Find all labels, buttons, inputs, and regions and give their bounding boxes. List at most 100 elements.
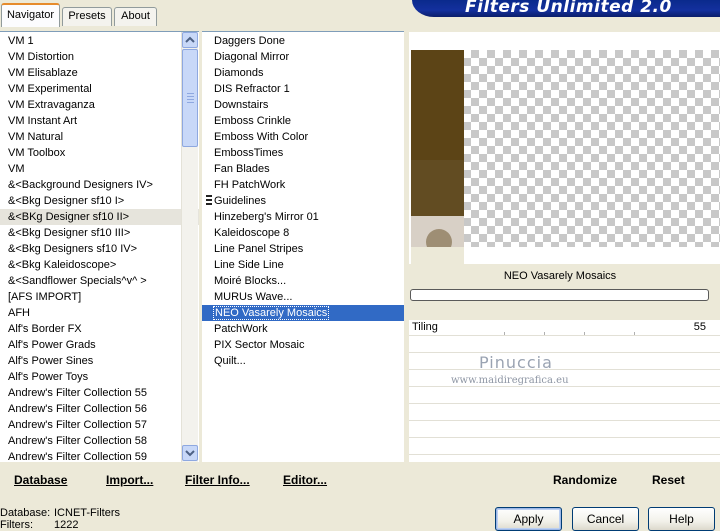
list-item[interactable]: Guidelines [202,193,404,209]
list-item[interactable]: VM Instant Art [0,113,199,129]
randomize-button[interactable]: Randomize [553,473,617,487]
parameter-value: 55 [693,321,706,333]
list-item-label: Alf's Border FX [8,323,82,335]
tab-navigator[interactable]: Navigator [1,3,60,27]
list-item[interactable]: PIX Sector Mosaic [202,337,404,353]
list-item[interactable]: Hinzeberg's Mirror 01 [202,209,404,225]
help-button[interactable]: Help [648,507,715,531]
list-item-label: &<Bkg Designers sf10 IV> [8,243,138,255]
category-list[interactable]: VM 1 VM Distortion VM Elisablaze VM Experim… [0,32,199,465]
list-item[interactable]: AFH [0,305,199,321]
filter-info-button[interactable]: Filter Info... [185,473,250,487]
list-item[interactable]: &<Bkg Kaleidoscope> [0,257,199,273]
status-database-label: Database: [0,507,51,519]
list-item-label: Diagonal Mirror [214,51,290,63]
list-item[interactable]: Alf's Border FX [0,321,199,337]
list-item[interactable]: Alf's Power Sines [0,353,199,369]
list-item-label: &<Sandflower Specials^v^ > [8,275,147,287]
preview-image-band [411,160,464,216]
list-item[interactable]: [AFS IMPORT] [0,289,199,305]
database-button[interactable]: Database [14,473,67,487]
list-item[interactable]: NEO Vasarely Mosaics [202,305,404,321]
progress-bar [410,289,709,301]
list-item[interactable]: VM Extravaganza [0,97,199,113]
list-item-label: Andrew's Filter Collection 56 [8,403,148,415]
parameter-row-empty [409,354,720,370]
import-button[interactable]: Import... [106,473,153,487]
list-item[interactable]: &<Background Designers IV> [0,177,199,193]
list-item[interactable]: VM Toolbox [0,145,199,161]
filter-list[interactable]: Daggers Done Diagonal Mirror Diamonds DIS R… [202,32,404,369]
list-item[interactable]: Andrew's Filter Collection 57 [0,417,199,433]
list-item-label: &<BKg Designer sf10 II> [8,211,130,223]
apply-button[interactable]: Apply [495,507,562,531]
list-item[interactable]: Line Side Line [202,257,404,273]
list-item-label: VM Experimental [8,83,92,95]
list-item-label: [AFS IMPORT] [8,291,82,303]
list-item[interactable]: Kaleidoscope 8 [202,225,404,241]
scroll-up-button[interactable] [182,32,198,48]
list-item-label: VM 1 [8,35,34,47]
slider-tick [584,332,585,335]
list-item[interactable]: VM Distortion [0,49,199,65]
list-item[interactable]: Line Panel Stripes [202,241,404,257]
list-item[interactable]: Andrew's Filter Collection 59 [0,449,199,465]
list-item[interactable]: VM 1 [0,33,199,49]
list-item-label: Andrew's Filter Collection 57 [8,419,148,431]
category-scrollbar[interactable] [181,32,198,462]
list-item[interactable]: PatchWork [202,321,404,337]
list-item-label: Fan Blades [214,163,270,175]
slider-tick [504,332,505,335]
list-item-label: FH PatchWork [214,179,286,191]
scroll-down-button[interactable] [182,445,198,461]
list-item[interactable]: EmbossTimes [202,145,404,161]
list-item[interactable]: &<Bkg Designers sf10 IV> [0,241,199,257]
list-item[interactable]: Diamonds [202,65,404,81]
list-item[interactable]: Quilt... [202,353,404,369]
tab-about[interactable]: About [114,7,157,26]
list-item[interactable]: MURUs Wave... [202,289,404,305]
list-item[interactable]: Diagonal Mirror [202,49,404,65]
reset-button[interactable]: Reset [652,473,685,487]
list-item[interactable]: VM Experimental [0,81,199,97]
list-item[interactable]: VM Natural [0,129,199,145]
editor-button[interactable]: Editor... [283,473,327,487]
grip-line [187,96,194,97]
list-item[interactable]: Alf's Power Toys [0,369,199,385]
list-item[interactable]: VM [0,161,199,177]
cancel-button[interactable]: Cancel [572,507,639,531]
status-filters-label: Filters: [0,519,33,531]
list-item[interactable]: DIS Refractor 1 [202,81,404,97]
list-item-label: DIS Refractor 1 [214,83,290,95]
scroll-thumb[interactable] [182,49,198,147]
status-filters-value: 1222 [54,519,79,531]
list-item[interactable]: &<Bkg Designer sf10 I> [0,193,199,209]
list-item[interactable]: FH PatchWork [202,177,404,193]
list-item[interactable]: VM Elisablaze [0,65,199,81]
list-item[interactable]: Andrew's Filter Collection 55 [0,385,199,401]
list-item[interactable]: Moiré Blocks... [202,273,404,289]
list-item[interactable]: Downstairs [202,97,404,113]
list-item-label: VM Elisablaze [8,67,78,79]
list-item[interactable]: Emboss Crinkle [202,113,404,129]
list-item[interactable]: &<BKg Designer sf10 II> [0,209,199,225]
filter-panel: Daggers Done Diagonal Mirror Diamonds DIS R… [202,31,404,462]
list-item[interactable]: Daggers Done [202,33,404,49]
list-item[interactable]: Fan Blades [202,161,404,177]
tiling-slider-thumb[interactable] [465,326,477,335]
status-filters: Filters: 1222 [0,519,78,531]
list-item[interactable]: &<Sandflower Specials^v^ > [0,273,199,289]
list-item-label: Downstairs [214,99,269,111]
list-item[interactable]: Alf's Power Grads [0,337,199,353]
list-item[interactable]: Andrew's Filter Collection 56 [0,401,199,417]
slider-tick [634,332,635,335]
list-item[interactable]: &<Bkg Designer sf10 III> [0,225,199,241]
list-item-label: EmbossTimes [214,147,284,159]
parameter-panel: Tiling 55 [409,320,720,462]
tab-presets[interactable]: Presets [62,7,112,26]
chevron-up-icon [185,36,195,43]
list-item[interactable]: Emboss With Color [202,129,404,145]
parameter-row-tiling[interactable]: Tiling 55 [409,320,720,336]
list-item-label: Alf's Power Grads [8,339,96,351]
list-item[interactable]: Andrew's Filter Collection 58 [0,433,199,449]
